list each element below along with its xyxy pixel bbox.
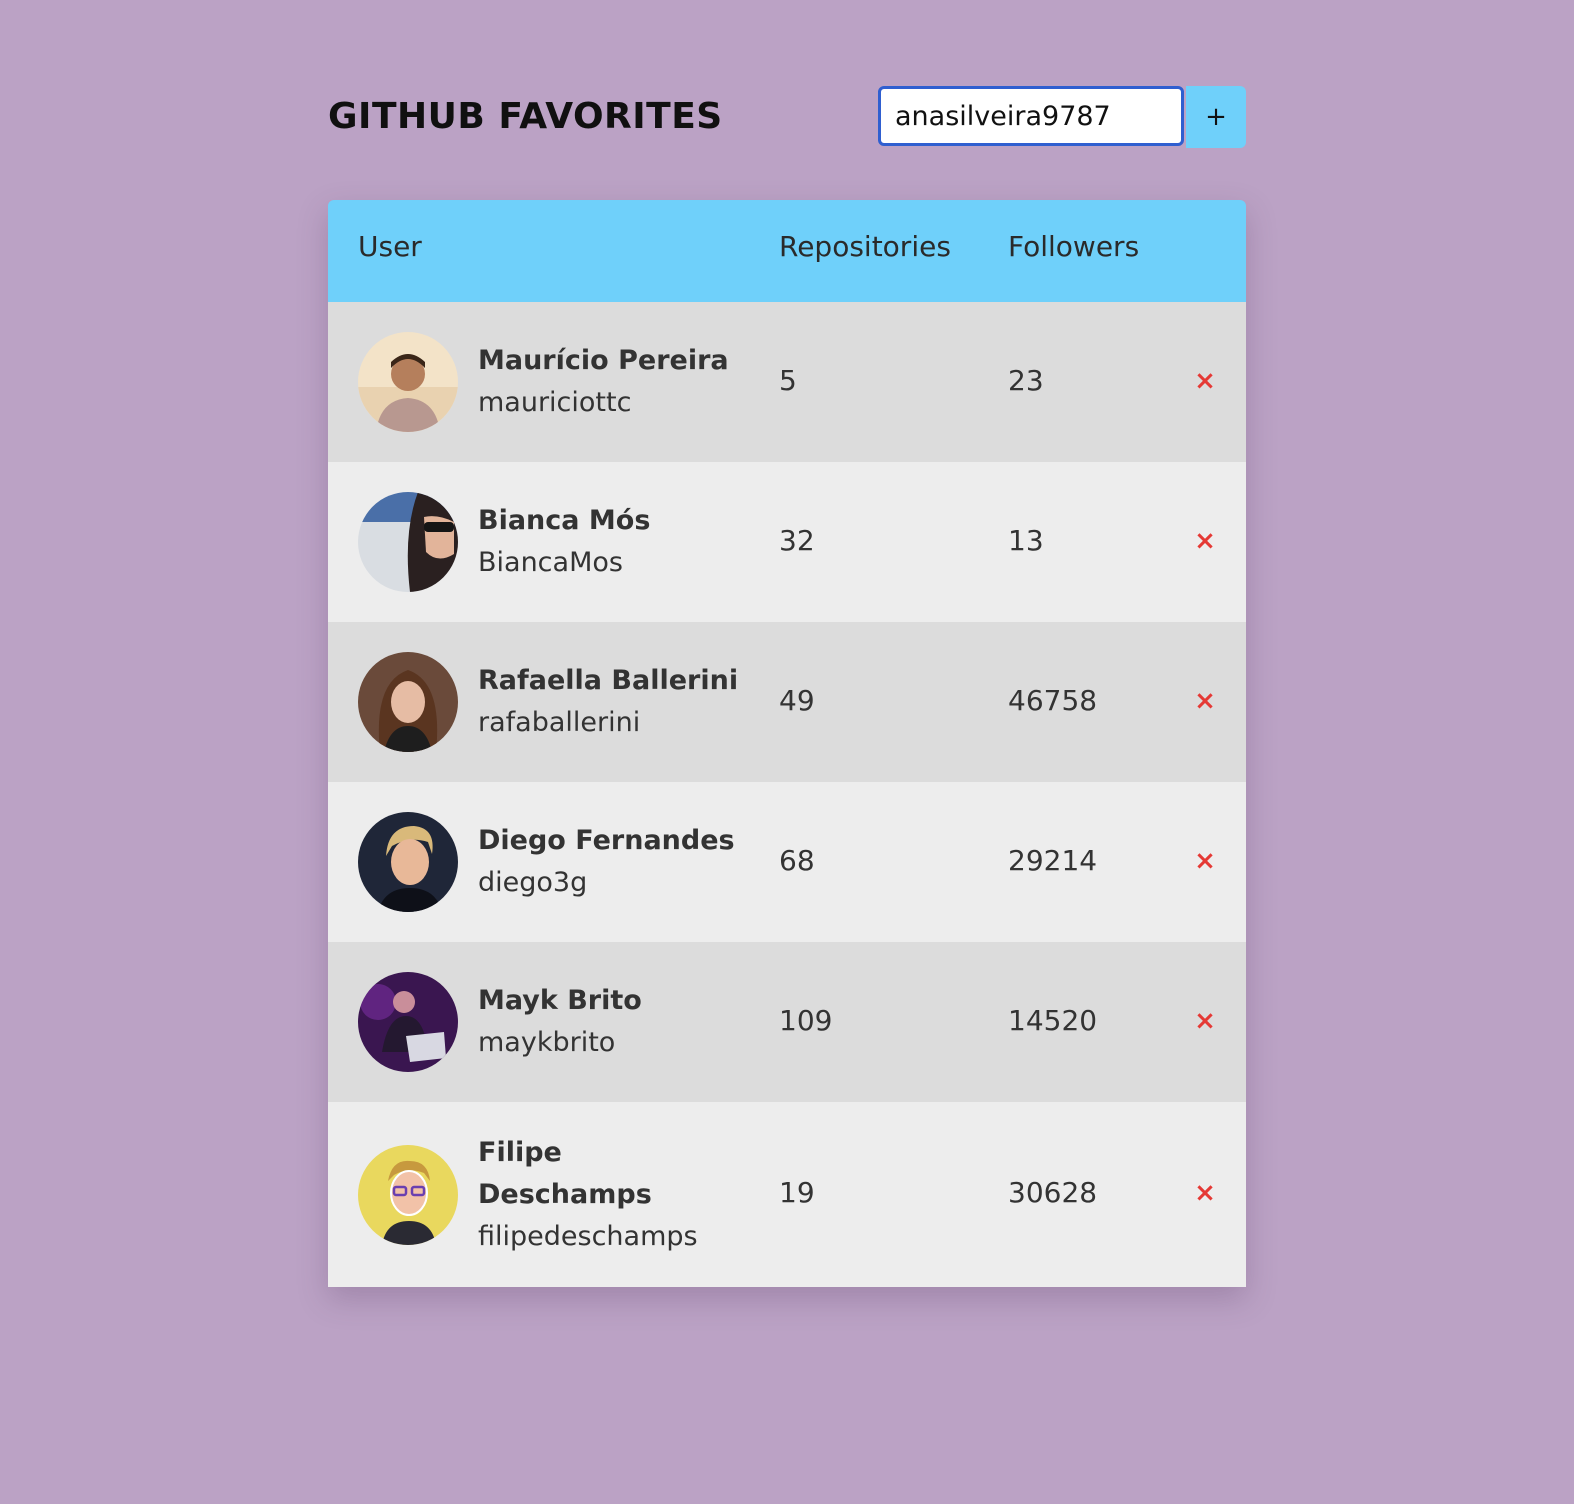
column-header-repositories: Repositories [779, 230, 951, 263]
followers-count: 13 [1008, 524, 1044, 557]
table-row: Diego Fernandes diego3g 68 29214 × [328, 782, 1246, 942]
table-row: Bianca Mós BiancaMos 32 13 × [328, 462, 1246, 622]
user-name: Diego Fernandes [478, 825, 735, 856]
user-name: Mayk Brito [478, 985, 642, 1016]
user-info: Mayk Brito maykbrito [478, 980, 748, 1064]
user-info: Diego Fernandes diego3g [478, 820, 748, 904]
avatar [358, 972, 458, 1072]
user-name: Bianca Mós [478, 505, 651, 536]
user-info: Filipe Deschamps filipedeschamps [478, 1132, 748, 1258]
repositories-count: 5 [779, 364, 797, 397]
user-login: diego3g [478, 867, 588, 898]
user-info: Rafaella Ballerini rafaballerini [478, 660, 748, 744]
user-login: mauriciottc [478, 387, 632, 418]
remove-button[interactable]: × [1190, 364, 1220, 398]
table-row: Maurício Pereira mauriciottc 5 23 × [328, 302, 1246, 462]
table-header: User Repositories Followers [328, 200, 1246, 302]
remove-button[interactable]: × [1190, 844, 1220, 878]
remove-button[interactable]: × [1190, 1176, 1220, 1210]
user-name: Maurício Pereira [478, 345, 729, 376]
remove-button[interactable]: × [1190, 1004, 1220, 1038]
username-input[interactable] [878, 86, 1184, 146]
favorites-table: User Repositories Followers Maurício Per… [328, 200, 1246, 1287]
table-row: Mayk Brito maykbrito 109 14520 × [328, 942, 1246, 1102]
repositories-count: 109 [779, 1004, 833, 1037]
add-favorite-button[interactable]: + [1186, 86, 1246, 148]
avatar [358, 1145, 458, 1245]
remove-button[interactable]: × [1190, 524, 1220, 558]
user-login: maykbrito [478, 1027, 616, 1058]
followers-count: 30628 [1008, 1176, 1098, 1209]
column-header-user: User [358, 230, 422, 263]
user-login: filipedeschamps [478, 1221, 698, 1252]
header: GITHUB FAVORITES + [328, 84, 1246, 150]
avatar [358, 332, 458, 432]
table-row: Rafaella Ballerini rafaballerini 49 4675… [328, 622, 1246, 782]
repositories-count: 19 [779, 1176, 815, 1209]
user-name: Rafaella Ballerini [478, 665, 739, 696]
repositories-count: 68 [779, 844, 815, 877]
remove-button[interactable]: × [1190, 684, 1220, 718]
avatar [358, 812, 458, 912]
page-title: GITHUB FAVORITES [328, 96, 723, 137]
avatar [358, 492, 458, 592]
user-info: Maurício Pereira mauriciottc [478, 340, 748, 424]
repositories-count: 32 [779, 524, 815, 557]
user-info: Bianca Mós BiancaMos [478, 500, 748, 584]
repositories-count: 49 [779, 684, 815, 717]
user-name: Filipe Deschamps [478, 1137, 652, 1210]
followers-count: 29214 [1008, 844, 1098, 877]
followers-count: 23 [1008, 364, 1044, 397]
followers-count: 46758 [1008, 684, 1098, 717]
user-login: rafaballerini [478, 707, 641, 738]
table-row: Filipe Deschamps filipedeschamps 19 3062… [328, 1102, 1246, 1287]
column-header-followers: Followers [1008, 230, 1140, 263]
avatar [358, 652, 458, 752]
user-login: BiancaMos [478, 547, 623, 578]
followers-count: 14520 [1008, 1004, 1098, 1037]
